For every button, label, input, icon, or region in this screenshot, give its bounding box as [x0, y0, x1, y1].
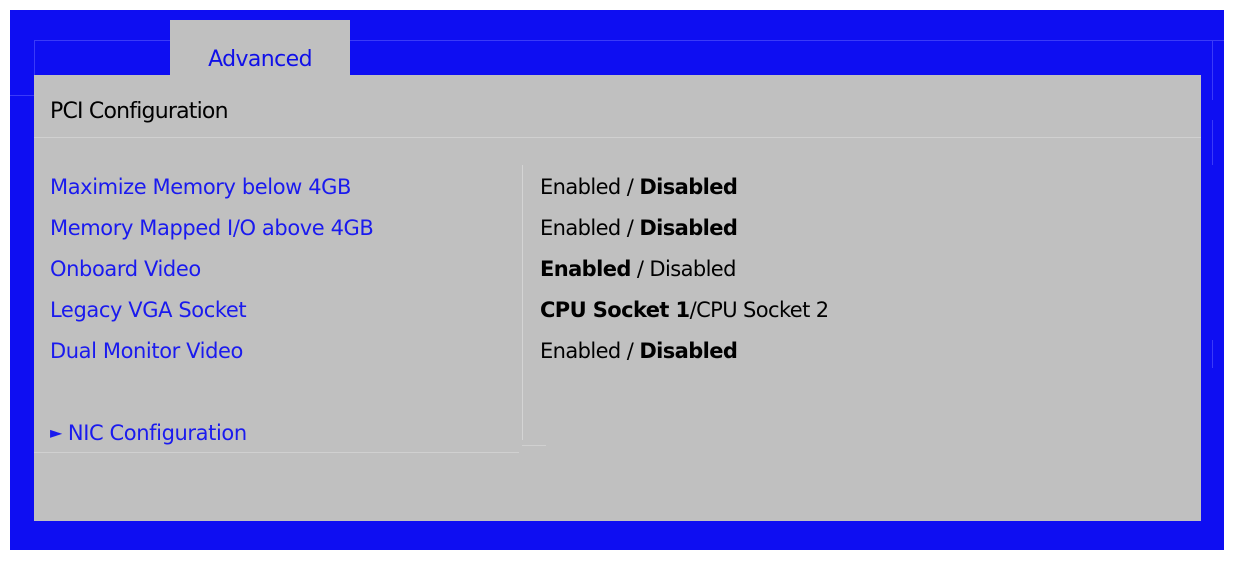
setting-value-dual-monitor-video[interactable]: Enabled / Disabled	[540, 339, 738, 363]
option-enabled: Enabled	[540, 257, 631, 281]
row-divider	[34, 452, 519, 453]
column-divider	[522, 165, 523, 440]
right-triangle-icon: ►	[50, 423, 62, 442]
setting-label-onboard-video[interactable]: Onboard Video	[50, 257, 201, 281]
setting-label-dual-monitor-video[interactable]: Dual Monitor Video	[50, 339, 243, 363]
setting-value-maximize-memory[interactable]: Enabled / Disabled	[540, 175, 738, 199]
content-panel: PCI Configuration Maximize Memory below …	[34, 75, 1201, 521]
frame-rule	[10, 95, 34, 96]
option-separator: /	[620, 175, 640, 199]
frame-rule	[1212, 40, 1213, 100]
frame-rule	[1212, 340, 1213, 368]
row-divider	[522, 445, 546, 446]
option-enabled: Enabled	[540, 216, 621, 240]
option-enabled: Enabled	[540, 339, 621, 363]
option-cpu-socket-2: CPU Socket 2	[696, 298, 829, 322]
submenu-label: NIC Configuration	[67, 421, 247, 445]
setting-value-onboard-video[interactable]: Enabled / Disabled	[540, 257, 736, 281]
tab-advanced-label: Advanced	[208, 47, 312, 72]
setting-value-legacy-vga-socket[interactable]: CPU Socket 1/CPU Socket 2	[540, 298, 829, 322]
option-separator: /	[620, 216, 640, 240]
setting-label-mmio-above-4gb[interactable]: Memory Mapped I/O above 4GB	[50, 216, 374, 240]
option-disabled: Disabled	[649, 257, 736, 281]
option-cpu-socket-1: CPU Socket 1	[540, 298, 690, 322]
submenu-nic-configuration[interactable]: ► NIC Configuration	[50, 421, 247, 445]
title-divider	[34, 137, 1201, 138]
option-disabled: Disabled	[639, 175, 738, 199]
frame-rule	[1212, 120, 1213, 165]
option-enabled: Enabled	[540, 175, 621, 199]
option-disabled: Disabled	[639, 216, 738, 240]
option-separator: /	[620, 339, 640, 363]
option-separator: /	[630, 257, 650, 281]
setting-label-maximize-memory[interactable]: Maximize Memory below 4GB	[50, 175, 351, 199]
setting-label-legacy-vga-socket[interactable]: Legacy VGA Socket	[50, 298, 247, 322]
option-disabled: Disabled	[639, 339, 738, 363]
setting-value-mmio-above-4gb[interactable]: Enabled / Disabled	[540, 216, 738, 240]
page-title: PCI Configuration	[50, 99, 229, 124]
